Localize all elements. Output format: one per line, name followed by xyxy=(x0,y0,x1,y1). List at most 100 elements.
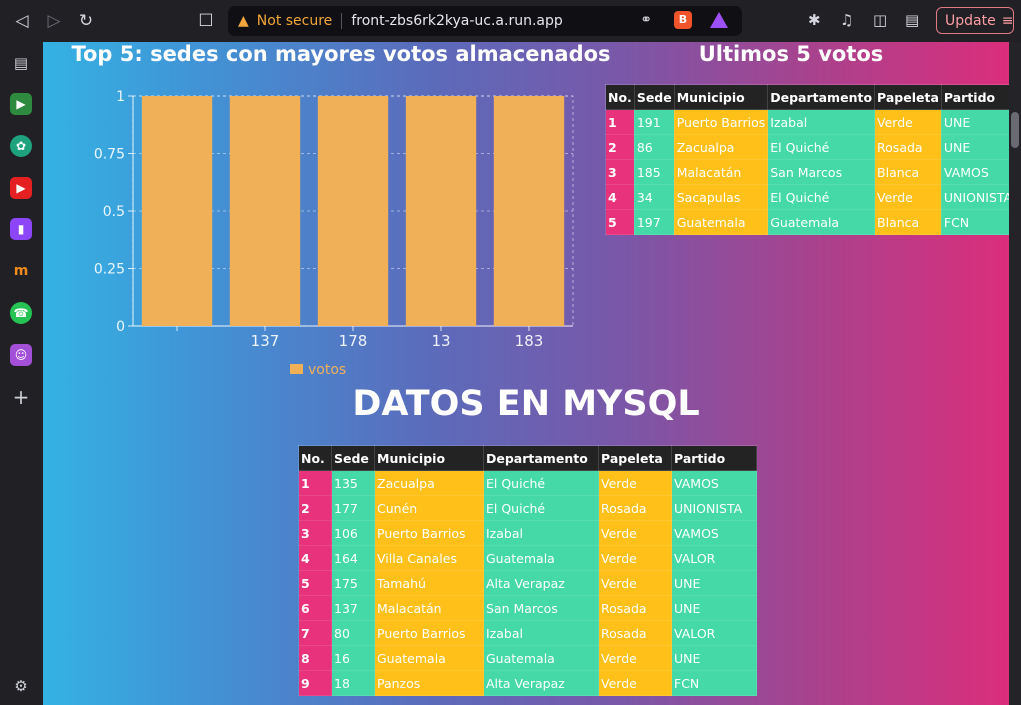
table-row: 3 185 Malacatán San Marcos Blanca VAMOS xyxy=(605,159,1009,185)
scrollbar-thumb[interactable] xyxy=(1011,112,1019,148)
last-votes-title: Ultimos 5 votos xyxy=(698,42,884,66)
table-row: 1 191 Puerto Barrios Izabal Verde UNE xyxy=(605,109,1009,135)
bot-icon[interactable]: ☺ xyxy=(10,344,32,366)
table-cell: Tamahú xyxy=(374,570,484,596)
share-icon[interactable]: ⚭ xyxy=(640,12,652,28)
table-row: 4 164 Villa Canales Guatemala Verde VALOR xyxy=(298,545,757,571)
whatsapp-icon[interactable]: ☎ xyxy=(10,302,32,324)
table-cell: Puerto Barrios xyxy=(374,520,484,546)
table-cell: UNIONISTA xyxy=(940,184,1009,210)
table-cell: Puerto Barrios xyxy=(374,620,484,646)
table-cell: 3 xyxy=(605,159,635,185)
y-tick-label: 0 xyxy=(116,319,125,335)
brave-shields-icon[interactable]: B xyxy=(674,11,692,29)
table-row: 5 197 Guatemala Guatemala Blanca FCN xyxy=(605,209,1009,235)
table-cell: 106 xyxy=(331,520,375,546)
table-cell: VAMOS xyxy=(940,159,1009,185)
mysql-table: No. Sede Municipio Departamento Papeleta… xyxy=(298,445,757,696)
table-cell: 177 xyxy=(331,495,375,521)
address-bar[interactable]: ▲ Not secure front-zbs6rk2kya-uc.a.run.a… xyxy=(228,6,742,36)
url-text[interactable]: front-zbs6rk2kya-uc.a.run.app xyxy=(351,13,562,29)
col-header-sede: Sede xyxy=(331,445,375,471)
col-header-departamento: Departamento xyxy=(483,445,599,471)
table-cell: Alta Verapaz xyxy=(483,670,599,696)
last-votes-table: No. Sede Municipio Departamento Papeleta… xyxy=(605,84,1009,235)
reload-icon[interactable]: ↻ xyxy=(73,8,99,34)
table-cell: Panzos xyxy=(374,670,484,696)
col-header-partido: Partido xyxy=(671,445,757,471)
table-cell: San Marcos xyxy=(767,159,876,185)
brave-rewards-icon[interactable] xyxy=(710,12,728,28)
x-tick-label: 13 xyxy=(431,332,450,350)
table-cell: Zacualpa xyxy=(374,470,484,496)
table-cell: Verde xyxy=(598,470,672,496)
table-row: 6 137 Malacatán San Marcos Rosada UNE xyxy=(298,595,757,621)
add-panel-icon[interactable]: + xyxy=(10,385,32,409)
forward-icon[interactable]: ▷ xyxy=(41,8,67,34)
table-cell: El Quiché xyxy=(483,470,599,496)
table-cell: 5 xyxy=(605,209,635,235)
bookmark-icon[interactable]: ☐ xyxy=(193,8,219,34)
update-button[interactable]: Update ≡ xyxy=(936,7,1014,34)
table-cell: Alta Verapaz xyxy=(483,570,599,596)
table-cell: Rosada xyxy=(598,620,672,646)
table-row: 4 34 Sacapulas El Quiché Verde UNIONISTA xyxy=(605,184,1009,210)
table-cell: Guatemala xyxy=(767,209,876,235)
table-cell: 3 xyxy=(298,520,332,546)
x-tick-label: 178 xyxy=(339,332,368,350)
table-cell: UNE xyxy=(671,595,757,621)
table-cell: Rosada xyxy=(598,595,672,621)
table-cell: Verde xyxy=(598,520,672,546)
twitch-icon[interactable]: ▮ xyxy=(10,218,32,240)
google-meet-icon[interactable]: ▶ xyxy=(10,93,32,115)
table-cell: 1 xyxy=(298,470,332,496)
moodle-icon[interactable]: m xyxy=(10,260,32,282)
table-cell: Verde xyxy=(598,645,672,671)
table-cell: UNE xyxy=(940,134,1009,160)
table-cell: FCN xyxy=(671,670,757,696)
back-icon[interactable]: ◁ xyxy=(9,8,35,34)
col-header-papeleta: Papeleta xyxy=(598,445,672,471)
table-cell: 34 xyxy=(633,184,675,210)
table-cell: 4 xyxy=(298,545,332,571)
table-row: 8 16 Guatemala Guatemala Verde UNE xyxy=(298,645,757,671)
extensions-icon[interactable]: ✱ xyxy=(808,11,821,29)
table-row: 2 86 Zacualpa El Quiché Rosada UNE xyxy=(605,134,1009,160)
col-header-partido: Partido xyxy=(940,84,1009,110)
table-cell: FCN xyxy=(940,209,1009,235)
table-header-row: No. Sede Municipio Departamento Papeleta… xyxy=(298,445,757,471)
bar xyxy=(141,96,213,326)
youtube-icon[interactable]: ▶ xyxy=(10,177,32,199)
table-cell: El Quiché xyxy=(483,495,599,521)
col-header-no: No. xyxy=(298,445,332,471)
table-cell: 5 xyxy=(298,570,332,596)
votes-bar-chart: 0 0.25 0.5 0.75 1 137 178 13 183 votos xyxy=(94,89,574,378)
page-scrollbar[interactable] xyxy=(1009,42,1021,705)
table-row: 2 177 Cunén El Quiché Rosada UNIONISTA xyxy=(298,495,757,521)
table-cell: Guatemala xyxy=(483,545,599,571)
table-cell: 135 xyxy=(331,470,375,496)
table-cell: Verde xyxy=(598,670,672,696)
y-tick-label: 0.25 xyxy=(94,262,125,278)
x-tick-label: 183 xyxy=(515,332,544,350)
media-icon[interactable]: ♫ xyxy=(840,11,853,29)
menu-icon: ≡ xyxy=(1001,13,1014,29)
wallet-icon[interactable]: ▤ xyxy=(905,11,919,29)
table-cell: Zacualpa xyxy=(673,134,769,160)
table-cell: Guatemala xyxy=(673,209,769,235)
table-cell: Malacatán xyxy=(673,159,769,185)
table-cell: 197 xyxy=(633,209,675,235)
table-cell: Verde xyxy=(874,184,942,210)
table-cell: 191 xyxy=(633,109,675,135)
bar xyxy=(405,96,477,326)
col-header-departamento: Departamento xyxy=(767,84,876,110)
table-cell: UNE xyxy=(940,109,1009,135)
legend-label: votos xyxy=(308,362,346,378)
table-cell: El Quiché xyxy=(767,134,876,160)
reading-list-icon[interactable]: ▤ xyxy=(10,52,32,74)
bar xyxy=(493,96,565,326)
sidebar-toggle-icon[interactable]: ◫ xyxy=(873,11,887,29)
settings-icon[interactable]: ⚙ xyxy=(10,675,32,697)
table-cell: Verde xyxy=(874,109,942,135)
chatgpt-icon[interactable]: ✿ xyxy=(10,135,32,157)
